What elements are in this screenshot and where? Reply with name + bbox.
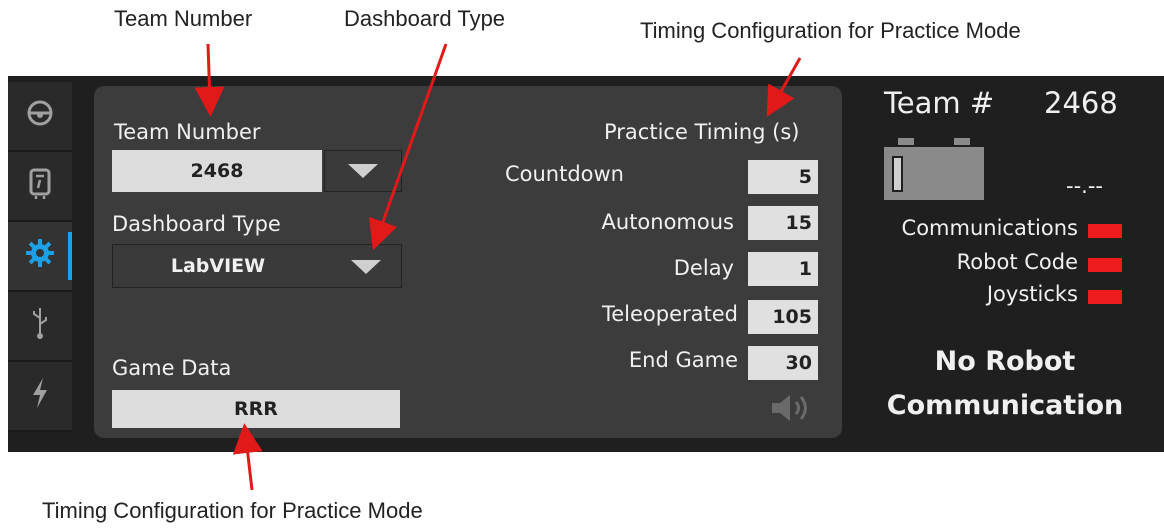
team-number-arrow — [194, 43, 225, 117]
dashboard-type-arrow — [368, 43, 448, 251]
annotation-arrows — [194, 43, 802, 491]
timing-config-arrow — [766, 57, 802, 118]
game-data-arrow — [232, 423, 263, 491]
